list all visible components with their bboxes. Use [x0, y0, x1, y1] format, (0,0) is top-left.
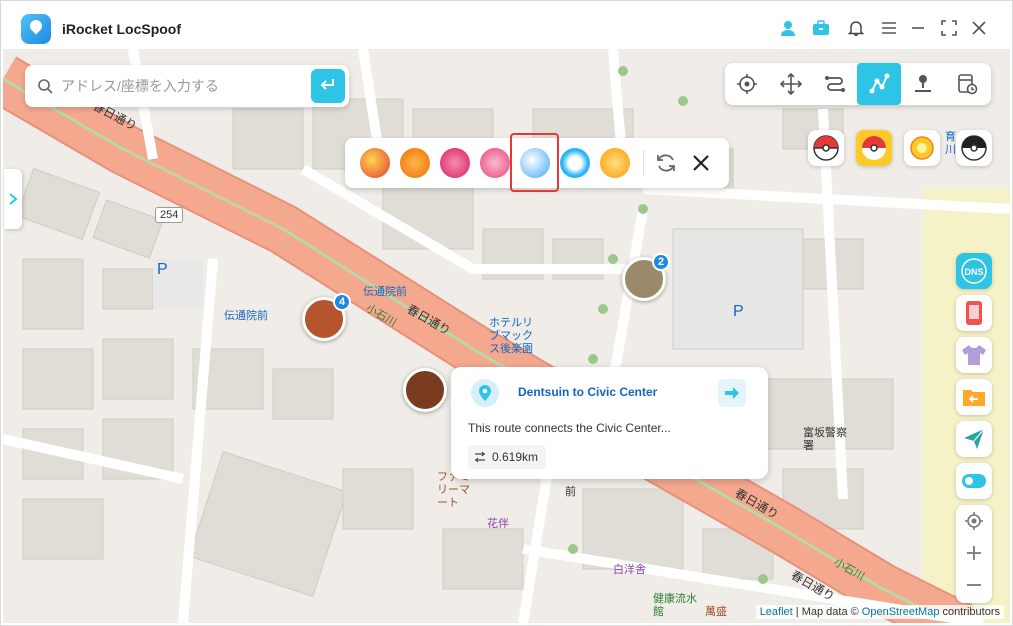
folder-import-icon	[963, 390, 985, 406]
history-icon	[958, 74, 978, 95]
paper-plane-icon	[964, 428, 985, 449]
multi-spot-icon	[869, 73, 890, 94]
route-description: This route connects the Civic Center...	[468, 421, 671, 435]
menu-icon[interactable]	[878, 17, 900, 39]
dns-icon: DNS	[961, 258, 987, 284]
locate-me-button[interactable]	[956, 505, 992, 537]
bus-stop-label: 伝通院前	[224, 310, 268, 322]
hotel-label: ホテルリブマックス後楽園	[489, 317, 533, 355]
parking-icon: P	[733, 303, 744, 320]
enter-arrow-icon	[320, 79, 334, 90]
marker-count-badge: 2	[652, 253, 670, 271]
outfit-button[interactable]	[956, 337, 992, 373]
parking-icon: P	[157, 261, 168, 278]
swap-arrows-icon	[475, 451, 485, 463]
map-attribution: Leaflet | Map data © OpenStreetMap contr…	[755, 605, 1004, 619]
jump-teleport-mode-button[interactable]	[901, 63, 945, 105]
jump-teleport-icon	[915, 75, 931, 92]
crosshair-icon	[737, 74, 757, 94]
route-marker[interactable]	[403, 368, 447, 412]
divider	[643, 150, 644, 176]
berry-icon[interactable]	[904, 130, 940, 166]
user-icon[interactable]	[777, 17, 799, 39]
titlebar: iRocket LocSpoof	[1, 1, 1012, 49]
pokeball-icon[interactable]	[808, 130, 844, 166]
zoom-out-button[interactable]	[956, 569, 992, 601]
attribution-suffix: contributors	[942, 606, 1000, 618]
dns-button[interactable]: DNS	[956, 253, 992, 289]
route-curve-icon	[825, 76, 845, 92]
mode-toolbar	[725, 63, 991, 105]
toggle-button[interactable]	[956, 463, 992, 499]
game-app-icon[interactable]	[360, 148, 390, 178]
app-title: iRocket LocSpoof	[62, 21, 182, 37]
police-label: 富坂警察署	[803, 427, 847, 452]
move-arrows-icon	[780, 73, 802, 95]
history-button[interactable]	[945, 63, 989, 105]
attribution-text: | Map data ©	[795, 606, 859, 618]
marker-count-badge: 4	[333, 293, 351, 311]
bus-stop-label: 伝通院前	[363, 286, 407, 298]
leaflet-link[interactable]: Leaflet	[760, 606, 793, 618]
send-location-button[interactable]	[956, 421, 992, 457]
game-app-icon[interactable]	[400, 148, 430, 178]
search-go-button[interactable]	[311, 69, 345, 103]
location-pin-icon	[471, 379, 499, 407]
go-route-button[interactable]	[718, 379, 746, 407]
route-distance-badge: 0.619km	[468, 445, 547, 469]
arrow-right-icon	[725, 387, 739, 399]
import-button[interactable]	[956, 379, 992, 415]
minimize-icon[interactable]	[907, 17, 929, 39]
locate-icon	[965, 512, 983, 530]
minus-icon	[967, 584, 981, 586]
phone-icon	[966, 301, 982, 325]
route-distance: 0.619km	[492, 450, 539, 464]
plus-icon	[967, 546, 981, 560]
game-selector-bar	[345, 133, 729, 192]
shop-label: 白洋舎	[613, 564, 646, 576]
route-info-popup: Dentsuin to Civic Center This route conn…	[451, 367, 768, 479]
multi-spot-mode-button[interactable]	[857, 63, 901, 105]
close-icon	[693, 155, 709, 171]
search-box	[25, 65, 349, 107]
pokeball-icon[interactable]	[856, 130, 892, 166]
game-app-icon[interactable]	[440, 148, 470, 178]
facility-label: 健康流水館	[653, 593, 697, 618]
search-input[interactable]	[61, 75, 301, 97]
refresh-button[interactable]	[654, 151, 678, 175]
joystick-mode-button[interactable]	[769, 63, 813, 105]
app-window: iRocket LocSpoof 春日通り 春日通り 春日通り 春日通り 254…	[0, 0, 1013, 626]
chevron-right-icon	[9, 193, 18, 205]
expand-sidebar-button[interactable]	[4, 169, 22, 229]
game-app-icon[interactable]	[560, 148, 590, 178]
game-app-icon[interactable]	[480, 148, 510, 178]
toggle-icon	[962, 474, 986, 488]
selected-game-outline	[510, 133, 559, 192]
search-icon	[38, 79, 53, 94]
zoom-in-button[interactable]	[956, 537, 992, 569]
restaurant-label: 萬盛	[705, 606, 727, 618]
osm-link[interactable]: OpenStreetMap	[862, 606, 940, 618]
teleport-mode-button[interactable]	[725, 63, 769, 105]
fullscreen-icon[interactable]	[938, 17, 960, 39]
zoom-control	[956, 505, 992, 603]
app-logo-icon	[21, 14, 51, 44]
route-title: Dentsuin to Civic Center	[518, 385, 658, 399]
refresh-icon	[657, 154, 675, 172]
bell-icon[interactable]	[845, 17, 867, 39]
two-spot-mode-button[interactable]	[813, 63, 857, 105]
route-shield: 254	[155, 207, 184, 223]
map-label: 前	[565, 486, 576, 498]
close-icon[interactable]	[968, 17, 990, 39]
shop-label: 花伴	[487, 518, 509, 530]
device-button[interactable]	[956, 295, 992, 331]
toolbox-icon[interactable]	[810, 17, 832, 39]
close-bar-button[interactable]	[691, 153, 711, 173]
shirt-icon	[962, 345, 986, 365]
svg-text:DNS: DNS	[964, 267, 983, 277]
pokeball-icon[interactable]	[956, 130, 992, 166]
game-app-icon[interactable]	[600, 148, 630, 178]
